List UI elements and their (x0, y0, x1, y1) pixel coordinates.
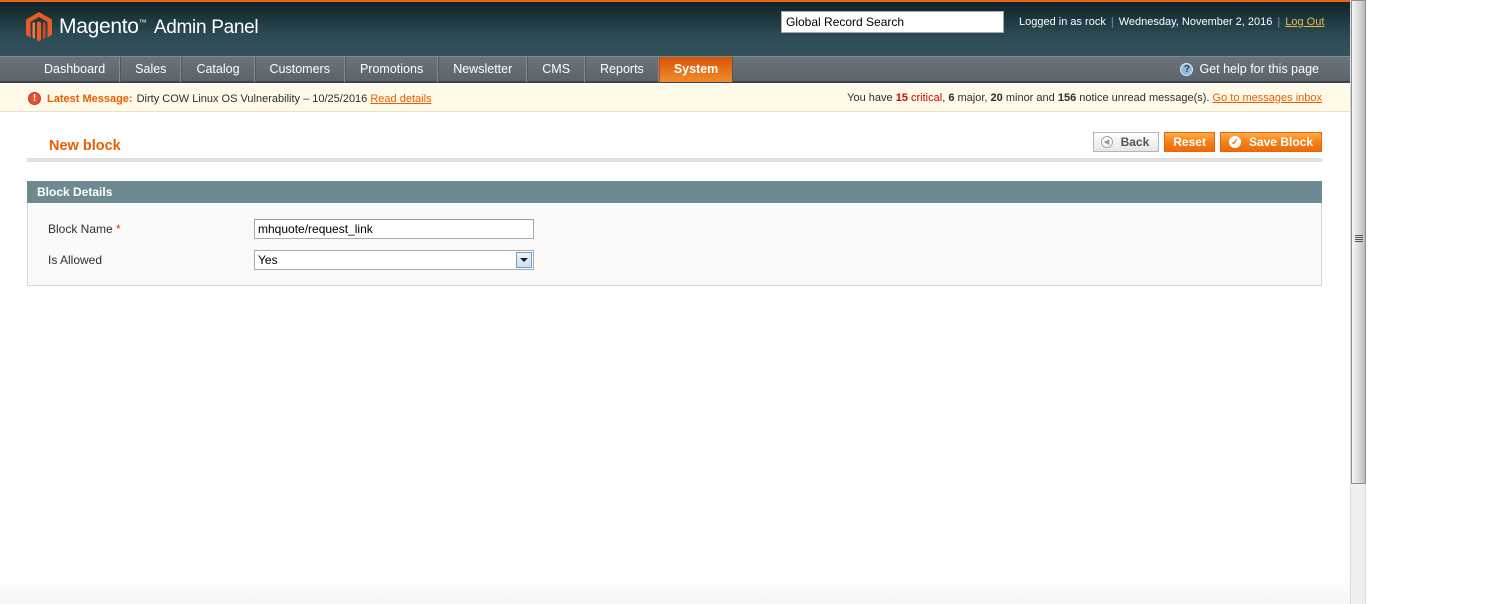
minor-count: 20 (990, 92, 1003, 104)
chevron-down-icon[interactable] (516, 252, 532, 268)
global-search-input[interactable] (781, 11, 1004, 33)
page: Magento™ Admin Panel Logged in as rock | W… (0, 0, 1350, 604)
user-info: Logged in as rock | Wednesday, November 2,… (1019, 16, 1324, 28)
nav-item-promotions[interactable]: Promotions (344, 57, 439, 82)
brand-name: Magento™ Admin Panel (59, 15, 259, 39)
notification-bar: ! Latest Message: Dirty COW Linux OS Vul… (0, 85, 1350, 112)
date-text: Wednesday, November 2, 2016 (1118, 16, 1273, 28)
block-details-fieldset: Block Name * Is Allowed Yes (27, 203, 1322, 286)
vertical-scrollbar[interactable] (1350, 0, 1366, 604)
latest-message-text: Dirty COW Linux OS Vulnerability – 10/25… (136, 92, 368, 105)
logout-link[interactable]: Log Out (1285, 16, 1324, 28)
nav-item-reports[interactable]: Reports (585, 57, 659, 82)
major-label: major, (957, 92, 988, 104)
summary-prefix: You have (847, 92, 893, 104)
back-arrow-icon: ◀ (1100, 136, 1113, 148)
brand-suffix: Admin Panel (153, 17, 259, 38)
header: Magento™ Admin Panel Logged in as rock | W… (0, 0, 1350, 56)
block-name-label: Block Name * (48, 222, 254, 236)
latest-message-label: Latest Message: (47, 92, 133, 105)
nav-item-customers[interactable]: Customers (254, 57, 345, 82)
nav-item-cms[interactable]: CMS (527, 57, 586, 82)
latest-message: ! Latest Message: Dirty COW Linux OS Vul… (28, 92, 432, 105)
nav-items: Dashboard Sales Catalog Customers Promot… (30, 57, 734, 82)
critical-count: 15 (895, 92, 908, 104)
messages-inbox-link[interactable]: Go to messages inbox (1213, 92, 1322, 104)
help-link[interactable]: ? Get help for this page (1180, 57, 1319, 82)
form-buttons: ◀ Back Reset ✓ Save Block (1092, 132, 1322, 152)
major-count: 6 (948, 92, 955, 104)
nav-item-system[interactable]: System (658, 57, 734, 82)
is-allowed-select[interactable]: Yes (254, 250, 534, 270)
page-title: New block (49, 138, 121, 154)
nav-item-sales[interactable]: Sales (120, 57, 182, 82)
is-allowed-value: Yes (258, 253, 278, 267)
scrollbar-thumb[interactable] (1351, 0, 1366, 484)
separator: | (1277, 16, 1281, 28)
critical-label: critical (911, 92, 943, 104)
required-mark: * (116, 222, 121, 236)
main-nav: Dashboard Sales Catalog Customers Promot… (0, 56, 1350, 83)
fieldset-legend: Block Details (27, 181, 1322, 203)
grip-icon (1355, 235, 1363, 243)
help-icon: ? (1180, 63, 1194, 76)
nav-item-dashboard[interactable]: Dashboard (30, 57, 121, 82)
block-name-label-text: Block Name (48, 222, 113, 236)
nav-item-newsletter[interactable]: Newsletter (438, 57, 528, 82)
notice-label: notice unread message(s). (1079, 92, 1210, 104)
is-allowed-label: Is Allowed (48, 253, 103, 267)
logo[interactable]: Magento™ Admin Panel (26, 12, 259, 42)
block-name-input[interactable] (254, 219, 534, 239)
logged-in-text: Logged in as rock (1019, 16, 1106, 28)
alert-icon: ! (28, 92, 41, 105)
help-text: Get help for this page (1199, 62, 1319, 76)
separator: | (1110, 16, 1114, 28)
notice-count: 156 (1057, 92, 1077, 104)
read-details-link[interactable]: Read details (370, 93, 431, 105)
brand-text: Magento (59, 15, 139, 38)
back-label: Back (1120, 135, 1150, 149)
reset-label: Reset (1173, 135, 1206, 149)
minor-label: minor and (1005, 92, 1055, 104)
reset-button[interactable]: Reset (1164, 132, 1215, 152)
back-button[interactable]: ◀ Back (1092, 132, 1160, 152)
magento-logo-icon (26, 12, 52, 42)
trademark: ™ (138, 18, 147, 27)
save-label: Save Block (1248, 135, 1313, 149)
checkmark-icon: ✓ (1228, 136, 1241, 148)
block-name-row: Block Name * (48, 219, 534, 239)
message-summary: You have 15 critical, 6 major, 20 minor … (847, 92, 1322, 104)
save-block-button[interactable]: ✓ Save Block (1219, 132, 1322, 152)
is-allowed-row: Is Allowed Yes (48, 250, 534, 270)
content-header: New block ◀ Back Reset ✓ Save Block (27, 127, 1322, 162)
nav-item-catalog[interactable]: Catalog (181, 57, 255, 82)
